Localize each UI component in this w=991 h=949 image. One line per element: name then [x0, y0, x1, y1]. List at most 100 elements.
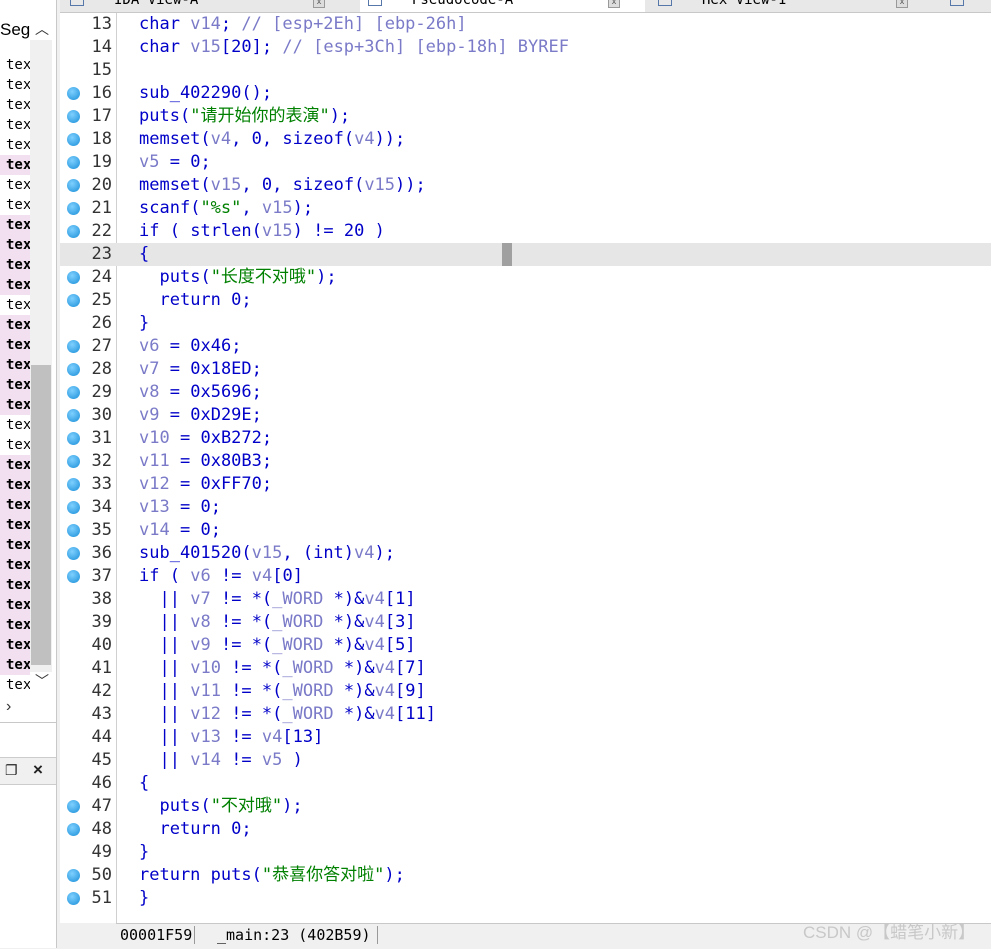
segment-item[interactable]: text	[0, 635, 30, 655]
segment-item[interactable]: text	[0, 275, 30, 295]
segment-item[interactable]: text	[0, 415, 30, 435]
breakpoint-dot-icon[interactable]	[67, 225, 80, 238]
segment-item[interactable]: text	[0, 475, 30, 495]
code-line[interactable]: 36 sub_401520(v15, (int)v4);	[60, 542, 991, 565]
segment-item[interactable]: text	[0, 255, 30, 275]
code-line[interactable]: 35 v14 = 0;	[60, 519, 991, 542]
code-line[interactable]: 13 char v14; // [esp+2Eh] [ebp-26h]	[60, 13, 991, 36]
code-line[interactable]: 29 v8 = 0x5696;	[60, 381, 991, 404]
tab-close-icon[interactable]: x	[608, 0, 620, 8]
vertical-scrollbar[interactable]	[30, 40, 52, 672]
code-line[interactable]: 45 || v14 != v5 )	[60, 749, 991, 772]
segment-item[interactable]: text	[0, 75, 30, 95]
tab-ida-view[interactable]: IDA View-A x	[70, 0, 325, 12]
pseudocode-editor[interactable]: 13 char v14; // [esp+2Eh] [ebp-26h] 14 char…	[60, 13, 991, 923]
code-line[interactable]: 49}	[60, 841, 991, 864]
code-line[interactable]: 48 return 0;	[60, 818, 991, 841]
tab-close-icon[interactable]: x	[896, 0, 908, 8]
breakpoint-dot-icon[interactable]	[67, 478, 80, 491]
code-line[interactable]: 14 char v15[20]; // [esp+3Ch] [ebp-18h] B…	[60, 36, 991, 59]
code-line[interactable]: 17 puts("请开始你的表演");	[60, 105, 991, 128]
breakpoint-dot-icon[interactable]	[67, 202, 80, 215]
segment-item[interactable]: text	[0, 315, 30, 335]
segment-item[interactable]: text	[0, 675, 30, 695]
breakpoint-dot-icon[interactable]	[67, 179, 80, 192]
segment-item[interactable]: text	[0, 95, 30, 115]
breakpoint-dot-icon[interactable]	[67, 892, 80, 905]
breakpoint-dot-icon[interactable]	[67, 800, 80, 813]
code-line[interactable]: 37 if ( v6 != v4[0]	[60, 565, 991, 588]
scroll-up-icon[interactable]: ︿	[33, 20, 51, 38]
restore-window-icon[interactable]: ❐	[5, 762, 18, 779]
breakpoint-dot-icon[interactable]	[67, 271, 80, 284]
code-line[interactable]: 22 if ( strlen(v15) != 20 )	[60, 220, 991, 243]
code-line[interactable]: 27 v6 = 0x46;	[60, 335, 991, 358]
code-line[interactable]: 24 puts("长度不对哦");	[60, 266, 991, 289]
segment-item[interactable]: text	[0, 215, 30, 235]
tab-pseudocode[interactable]: Pseudocode-A x	[360, 0, 645, 12]
breakpoint-dot-icon[interactable]	[67, 409, 80, 422]
breakpoint-dot-icon[interactable]	[67, 823, 80, 836]
code-line[interactable]: 51}	[60, 887, 991, 910]
scroll-down-icon[interactable]: ﹀	[33, 672, 51, 690]
segment-item[interactable]: text	[0, 595, 30, 615]
breakpoint-dot-icon[interactable]	[67, 340, 80, 353]
scrollbar-thumb[interactable]	[31, 365, 51, 665]
segment-item[interactable]: text	[0, 135, 30, 155]
segment-item[interactable]: text	[0, 495, 30, 515]
tab-hex-view[interactable]: Hex View-1 x	[658, 0, 908, 12]
segment-item[interactable]: text	[0, 55, 30, 75]
breakpoint-dot-icon[interactable]	[67, 547, 80, 560]
segment-item[interactable]: text	[0, 155, 30, 175]
code-line[interactable]: 50 return puts("恭喜你答对啦");	[60, 864, 991, 887]
segment-item[interactable]: text	[0, 575, 30, 595]
segment-item[interactable]: text	[0, 175, 30, 195]
code-line[interactable]: 25 return 0;	[60, 289, 991, 312]
breakpoint-dot-icon[interactable]	[67, 110, 80, 123]
breakpoint-dot-icon[interactable]	[67, 432, 80, 445]
code-line[interactable]: 39 || v8 != *(_WORD *)&v4[3]	[60, 611, 991, 634]
segment-item[interactable]: text	[0, 115, 30, 135]
tab-close-icon[interactable]: x	[313, 0, 325, 8]
breakpoint-dot-icon[interactable]	[67, 363, 80, 376]
breakpoint-dot-icon[interactable]	[67, 524, 80, 537]
breakpoint-dot-icon[interactable]	[67, 294, 80, 307]
segment-item[interactable]: text	[0, 435, 30, 455]
segment-item[interactable]: text	[0, 455, 30, 475]
code-line[interactable]: 30 v9 = 0xD29E;	[60, 404, 991, 427]
code-line[interactable]: 43 || v12 != *(_WORD *)&v4[11]	[60, 703, 991, 726]
breakpoint-dot-icon[interactable]	[67, 869, 80, 882]
code-line[interactable]: 16 sub_402290();	[60, 82, 991, 105]
breakpoint-dot-icon[interactable]	[67, 87, 80, 100]
code-line[interactable]: 33 v12 = 0xFF70;	[60, 473, 991, 496]
code-line[interactable]: 40 || v9 != *(_WORD *)&v4[5]	[60, 634, 991, 657]
scroll-right-icon[interactable]: ›	[6, 698, 11, 716]
segment-item[interactable]: text	[0, 535, 30, 555]
breakpoint-dot-icon[interactable]	[67, 570, 80, 583]
segment-item[interactable]: text	[0, 375, 30, 395]
code-line[interactable]: 23 {	[60, 243, 991, 266]
segment-item[interactable]: text	[0, 555, 30, 575]
breakpoint-dot-icon[interactable]	[67, 386, 80, 399]
code-line[interactable]: 26}	[60, 312, 991, 335]
segment-item[interactable]: text	[0, 335, 30, 355]
breakpoint-dot-icon[interactable]	[67, 156, 80, 169]
code-line[interactable]: 18 memset(v4, 0, sizeof(v4));	[60, 128, 991, 151]
code-line[interactable]: 32 v11 = 0x80B3;	[60, 450, 991, 473]
tab-extra[interactable]	[950, 0, 991, 12]
segment-item[interactable]: text	[0, 615, 30, 635]
code-line[interactable]: 19 v5 = 0;	[60, 151, 991, 174]
segment-item[interactable]: text	[0, 515, 30, 535]
code-line[interactable]: 15	[60, 59, 991, 82]
code-line[interactable]: 21 scanf("%s", v15);	[60, 197, 991, 220]
breakpoint-dot-icon[interactable]	[67, 133, 80, 146]
segment-item[interactable]: text	[0, 395, 30, 415]
segment-item[interactable]: text	[0, 295, 30, 315]
code-line[interactable]: 28 v7 = 0x18ED;	[60, 358, 991, 381]
segment-item[interactable]: text	[0, 195, 30, 215]
code-line[interactable]: 42 || v11 != *(_WORD *)&v4[9]	[60, 680, 991, 703]
code-line[interactable]: 38 || v7 != *(_WORD *)&v4[1]	[60, 588, 991, 611]
breakpoint-dot-icon[interactable]	[67, 501, 80, 514]
segment-item[interactable]: text	[0, 235, 30, 255]
code-line[interactable]: 41 || v10 != *(_WORD *)&v4[7]	[60, 657, 991, 680]
